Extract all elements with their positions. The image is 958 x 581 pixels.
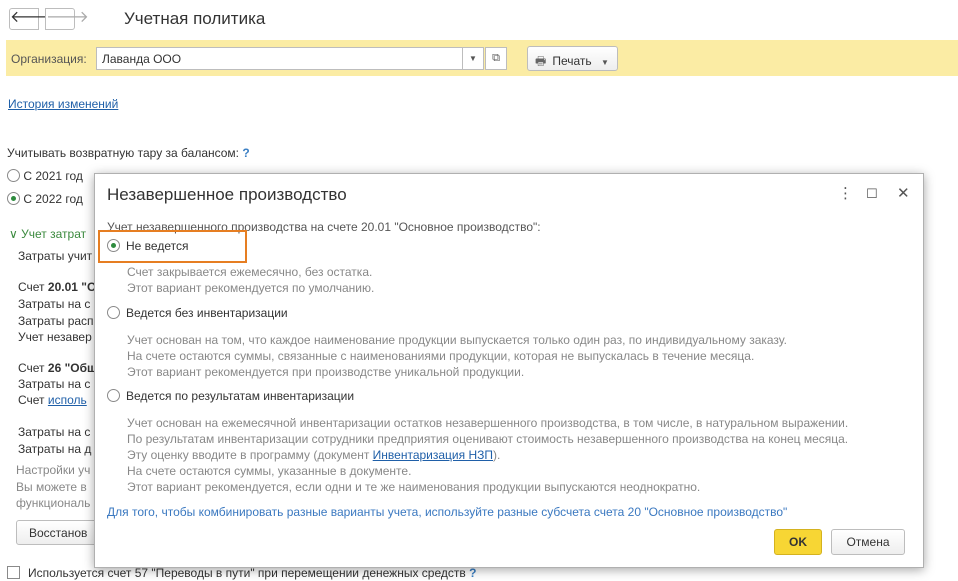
print-label: Печать <box>552 54 592 68</box>
desc-line: Этот вариант рекомендуется, если одни и … <box>127 480 701 494</box>
radio-icon <box>7 192 20 205</box>
desc-line: Этот вариант рекомендуется по умолчанию. <box>127 281 375 295</box>
radio-icon <box>107 239 120 252</box>
radio-2021[interactable]: С 2021 год <box>7 169 83 183</box>
option-by-inventory[interactable]: Ведется по результатам инвентаризации <box>107 389 354 403</box>
inventory-wip-link[interactable]: Инвентаризация НЗП <box>373 448 493 462</box>
print-button[interactable]: 🖶 Печать ▼ <box>527 46 618 71</box>
note-line: Вы можете в <box>16 480 87 494</box>
radio-icon <box>107 306 120 319</box>
history-link[interactable]: История изменений <box>8 97 118 111</box>
chevron-down-icon: ∨ <box>9 227 18 241</box>
acc-2001-line: Счет 20.01 "О <box>18 280 96 294</box>
returnable-text: Учитывать возвратную тару за балансом: <box>7 146 240 160</box>
bg-line: Затраты на с <box>18 377 91 391</box>
option3-desc: Учет основан на ежемесячной инвентаризац… <box>127 415 848 495</box>
desc-line: Счет закрывается ежемесячно, без остатка… <box>127 265 373 279</box>
dialog-title: Незавершенное производство <box>107 185 347 204</box>
desc-line: Учет основан на ежемесячной инвентаризац… <box>127 416 849 430</box>
forward-button[interactable]: 🡒 <box>45 8 89 30</box>
radio-2022[interactable]: С 2022 год <box>7 192 83 206</box>
help-icon[interactable]: ? <box>242 146 249 160</box>
option1-desc: Счет закрывается ежемесячно, без остатка… <box>127 264 374 296</box>
option-label: Ведется по результатам инвентаризации <box>126 389 355 403</box>
page-title: Учетная политика <box>124 9 266 28</box>
open-icon[interactable]: ⧉ <box>485 47 507 70</box>
bg-line: Затраты на д <box>18 442 92 456</box>
desc-text: Эту оценку вводите в программу (документ <box>127 448 373 462</box>
close-icon[interactable]: ✕ <box>897 184 910 202</box>
radio-2021-label: С 2021 год <box>23 169 83 183</box>
costs-section-header[interactable]: ∨ Учет затрат <box>9 227 86 241</box>
bg-line: Учет незавер <box>18 330 92 344</box>
bg-line: Затраты на с <box>18 425 91 439</box>
desc-line: Учет основан на том, что каждое наименов… <box>127 333 787 347</box>
acc-26-name: 26 "Общ <box>47 361 98 375</box>
desc-text: ). <box>493 448 501 462</box>
checkbox-account-57[interactable] <box>7 566 20 579</box>
acc-prefix: Счет <box>18 280 48 294</box>
desc-line: Эту оценку вводите в программу (документ… <box>127 447 848 463</box>
ok-button[interactable]: OK <box>774 529 822 555</box>
note-line: Настройки уч <box>16 463 91 477</box>
option-not-maintained[interactable]: Не ведется <box>107 239 188 253</box>
option-label: Не ведется <box>126 239 189 253</box>
more-icon[interactable]: ⋮ <box>838 184 853 202</box>
desc-line: На счете остаются суммы, связанные с наи… <box>127 349 755 363</box>
subaccounts-hint: Для того, чтобы комбинировать разные вар… <box>107 505 788 519</box>
acc-26-link[interactable]: исполь <box>48 393 87 407</box>
org-input[interactable]: Лаванда ООО <box>96 47 463 70</box>
radio-icon <box>7 169 20 182</box>
chevron-down-icon[interactable]: ▼ <box>462 47 484 70</box>
checkbox-label: Используется счет 57 "Переводы в пути" п… <box>28 566 476 580</box>
note-line: функциональ <box>16 496 91 510</box>
returnable-label: Учитывать возвратную тару за балансом: ? <box>7 146 250 160</box>
desc-line: На счете остаются суммы, указанные в док… <box>127 464 412 478</box>
printer-icon: 🖶 <box>535 54 547 68</box>
acc-26-line: Счет 26 "Общ <box>18 361 97 375</box>
bg-line: Затраты на с <box>18 297 91 311</box>
restore-button[interactable]: Восстанов <box>16 520 106 545</box>
option-without-inventory[interactable]: Ведется без инвентаризации <box>107 306 288 320</box>
costs-section-label: Учет затрат <box>21 227 87 241</box>
desc-line: Этот вариант рекомендуется при производс… <box>127 365 525 379</box>
desc-line: По результатам инвентаризации сотрудники… <box>127 432 849 446</box>
acc-prefix: Счет <box>18 393 48 407</box>
bg-line: Затраты учит <box>18 249 93 263</box>
option-label: Ведется без инвентаризации <box>126 306 288 320</box>
wip-dialog: Незавершенное производство ⋮ ☐ ✕ Учет не… <box>94 173 924 568</box>
radio-2022-label: С 2022 год <box>23 192 83 206</box>
chevron-down-icon: ▼ <box>601 58 609 67</box>
radio-icon <box>107 389 120 402</box>
checkbox-text: Используется счет 57 "Переводы в пути" п… <box>28 566 466 580</box>
maximize-icon[interactable]: ☐ <box>866 186 878 202</box>
org-label: Организация: <box>11 52 87 66</box>
acc-26-link-line: Счет исполь <box>18 393 87 407</box>
back-button[interactable]: 🡐 <box>9 8 53 30</box>
bg-line: Затраты расп <box>18 314 94 328</box>
help-icon[interactable]: ? <box>469 566 476 580</box>
acc-2001-name: 20.01 "О <box>47 280 97 294</box>
option2-desc: Учет основан на том, что каждое наименов… <box>127 332 787 380</box>
cancel-button[interactable]: Отмена <box>831 529 905 555</box>
acc-prefix: Счет <box>18 361 48 375</box>
